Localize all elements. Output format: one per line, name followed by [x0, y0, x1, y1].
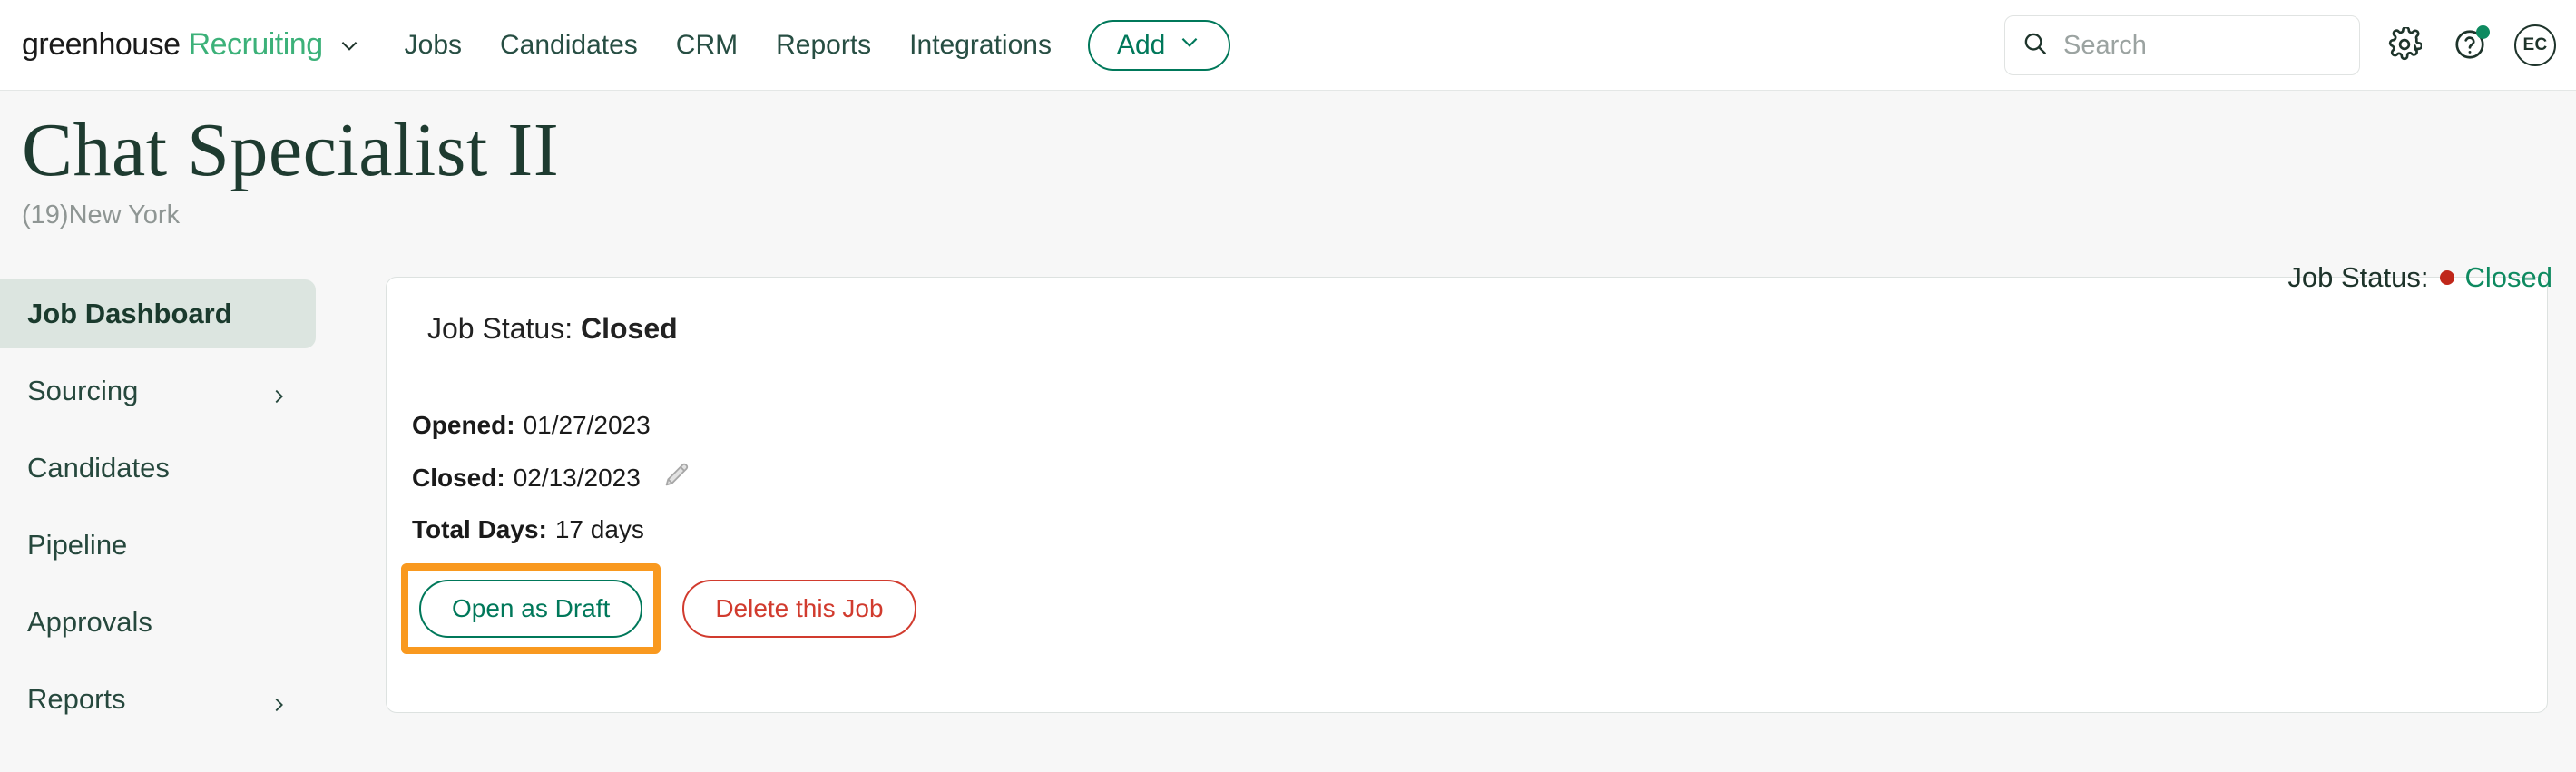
- search-icon: [2022, 30, 2049, 62]
- add-button[interactable]: Add: [1087, 19, 1231, 71]
- brand-logo[interactable]: greenhouse Recruiting: [22, 27, 361, 63]
- page-subtitle: (19)New York: [22, 200, 181, 230]
- card-action-buttons: Open as Draft Delete this Job: [387, 563, 2547, 654]
- avatar-initials: EC: [2522, 35, 2548, 54]
- gear-icon: [2387, 25, 2424, 64]
- card-job-status: Job Status: Closed: [387, 312, 2547, 346]
- main-nav-links: Jobs Candidates CRM Reports Integrations: [405, 30, 1052, 61]
- page-title: Chat Specialist II: [22, 108, 560, 192]
- detail-row-total-days: Total Days: 17 days: [412, 515, 2547, 544]
- sidebar-item-label: Job Dashboard: [27, 298, 232, 329]
- nav-link-candidates[interactable]: Candidates: [500, 30, 638, 61]
- detail-label: Total Days:: [412, 515, 547, 543]
- sidebar-item-reports[interactable]: Reports: [0, 665, 316, 734]
- header-job-status-value: Closed: [2464, 261, 2553, 293]
- detail-row-closed: Closed: 02/13/2023: [412, 459, 2547, 496]
- search-input[interactable]: [2063, 30, 2343, 61]
- sidebar-item-label: Reports: [27, 683, 126, 715]
- page-header: Chat Specialist II (19)New York Job Stat…: [0, 91, 2576, 293]
- brand-product: Recruiting: [188, 27, 324, 62]
- help-notification-badge: [2476, 25, 2490, 39]
- brand-name: greenhouse: [22, 27, 181, 62]
- sidebar-item-approvals[interactable]: Approvals: [0, 588, 316, 657]
- annotation-highlight-box: Open as Draft: [401, 563, 661, 654]
- detail-value: 01/27/2023: [523, 411, 651, 439]
- help-button[interactable]: [2449, 24, 2491, 66]
- pencil-icon: [661, 459, 692, 496]
- chevron-down-icon[interactable]: [338, 34, 361, 57]
- chevron-down-icon: [1178, 30, 1201, 61]
- page-body: Job Dashboard Sourcing Candidates Pipeli…: [0, 277, 2576, 742]
- sidebar-item-job-dashboard[interactable]: Job Dashboard: [0, 279, 316, 348]
- detail-value: 02/13/2023: [513, 463, 641, 492]
- detail-label: Closed:: [412, 463, 505, 492]
- job-detail-list: Opened: 01/27/2023 Closed: 02/13/2023 To…: [387, 411, 2547, 544]
- detail-label: Opened:: [412, 411, 515, 439]
- brand-wordmark: greenhouse Recruiting: [22, 27, 323, 63]
- open-as-draft-button[interactable]: Open as Draft: [419, 580, 643, 638]
- navbar-right-tools: EC: [2004, 0, 2556, 91]
- sidebar-item-label: Pipeline: [27, 529, 128, 561]
- sidebar-item-label: Approvals: [27, 606, 152, 638]
- sidebar-item-candidates[interactable]: Candidates: [0, 434, 316, 503]
- card-job-status-label: Job Status:: [427, 312, 573, 345]
- sidebar-item-pipeline[interactable]: Pipeline: [0, 511, 316, 580]
- settings-button[interactable]: [2384, 24, 2425, 66]
- header-job-status: Job Status: Closed: [2287, 261, 2552, 294]
- card-job-status-value: Closed: [580, 312, 678, 345]
- nav-link-integrations[interactable]: Integrations: [909, 30, 1052, 61]
- edit-closed-date-button[interactable]: [661, 459, 692, 496]
- sidebar-item-label: Sourcing: [27, 375, 139, 406]
- chevron-right-icon: [269, 381, 289, 404]
- sidebar-item-label: Candidates: [27, 452, 170, 484]
- sidebar: Job Dashboard Sourcing Candidates Pipeli…: [0, 277, 386, 742]
- job-dashboard-card: Job Status: Closed Opened: 01/27/2023 Cl…: [386, 277, 2548, 713]
- sidebar-item-sourcing[interactable]: Sourcing: [0, 357, 316, 425]
- delete-this-job-button[interactable]: Delete this Job: [682, 580, 916, 638]
- top-navbar: greenhouse Recruiting Jobs Candidates CR…: [0, 0, 2576, 91]
- nav-link-reports[interactable]: Reports: [776, 30, 871, 61]
- status-dot-icon: [2439, 270, 2454, 285]
- header-job-status-label: Job Status:: [2287, 261, 2429, 293]
- search-box[interactable]: [2004, 15, 2360, 75]
- detail-row-opened: Opened: 01/27/2023: [412, 411, 2547, 440]
- add-button-label: Add: [1116, 29, 1166, 60]
- avatar[interactable]: EC: [2514, 24, 2556, 66]
- nav-link-crm[interactable]: CRM: [676, 30, 738, 61]
- chevron-right-icon: [269, 689, 289, 712]
- nav-link-jobs[interactable]: Jobs: [405, 30, 462, 61]
- detail-value: 17 days: [554, 515, 644, 543]
